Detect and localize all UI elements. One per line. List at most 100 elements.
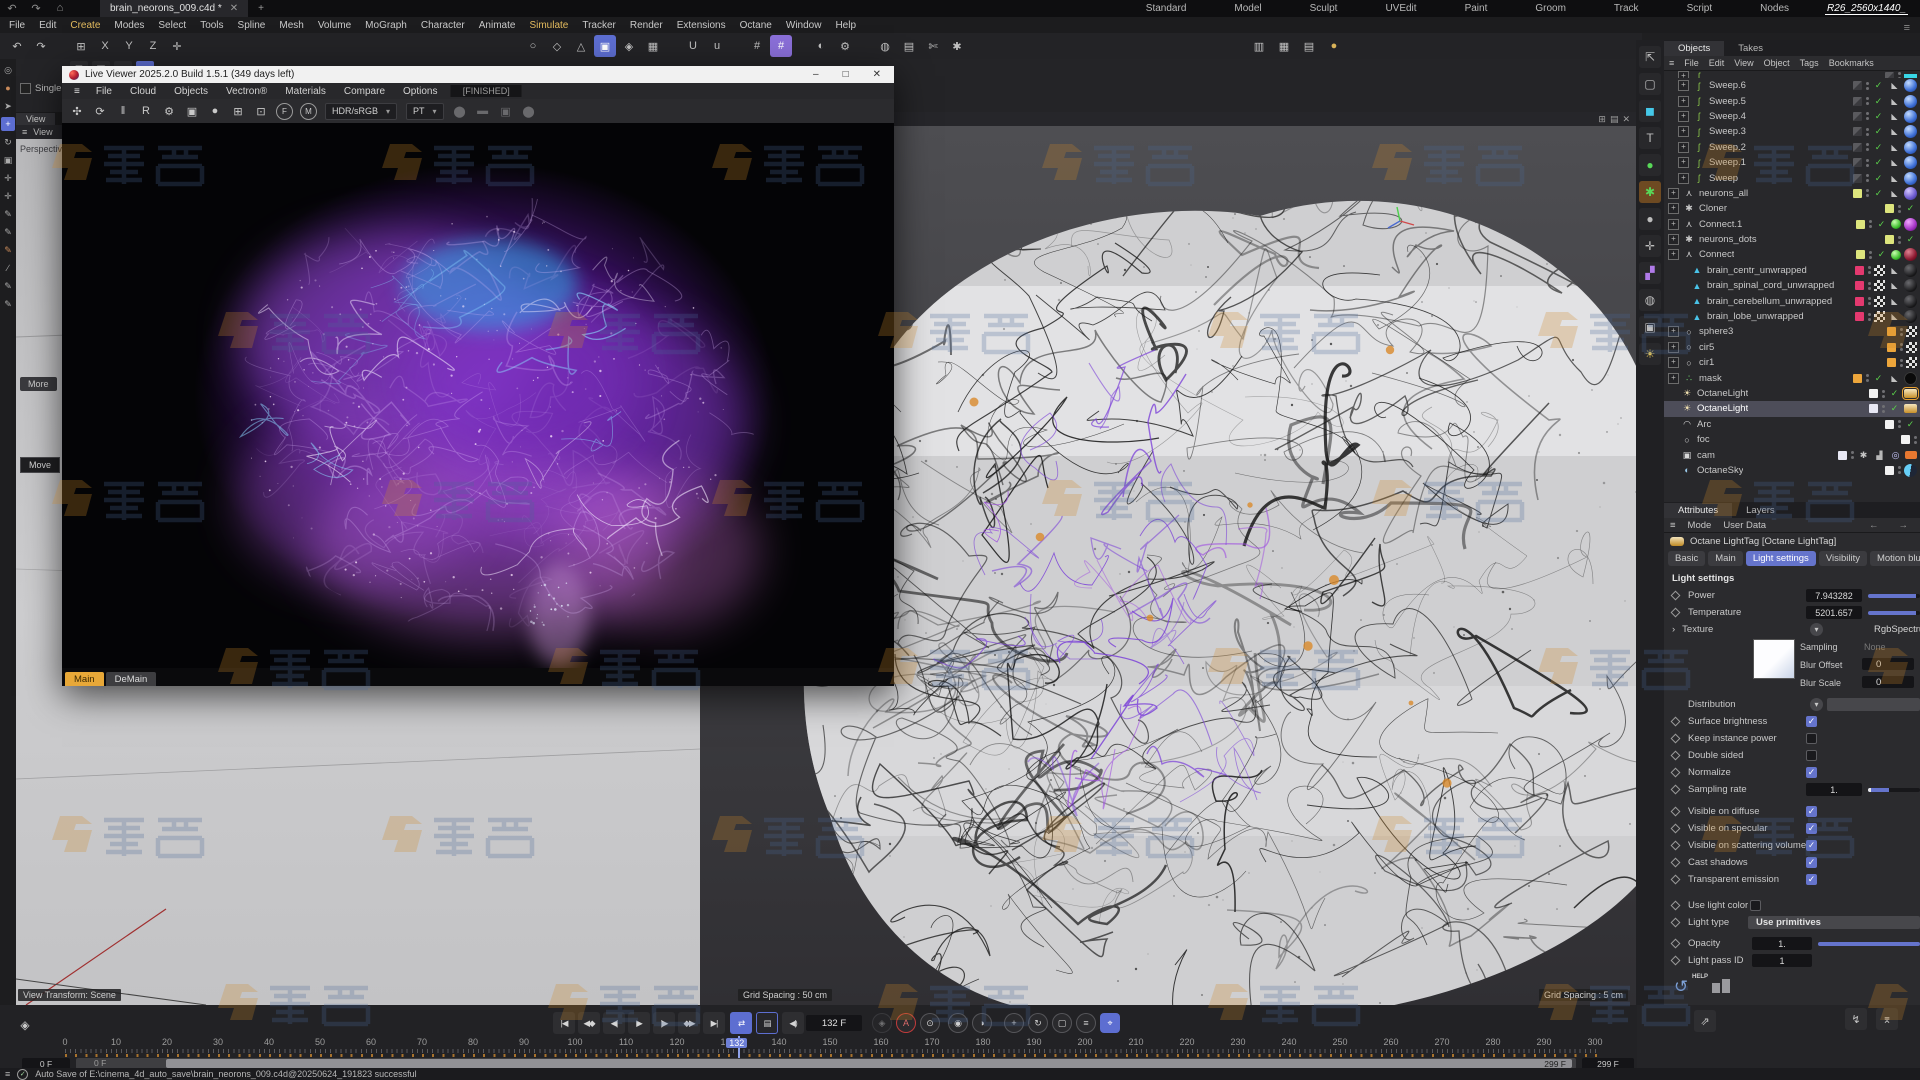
object-row[interactable]: + ○ cir5 xyxy=(1664,340,1920,355)
layer-color-chip[interactable] xyxy=(1853,127,1862,137)
menu-create[interactable]: Create xyxy=(63,20,107,31)
key-diamond-icon[interactable] xyxy=(1670,857,1681,868)
checker-badge[interactable] xyxy=(1874,264,1885,276)
layer-color-chip[interactable] xyxy=(1853,142,1862,152)
single-checkbox[interactable] xyxy=(20,83,31,94)
texture-dropdown-icon[interactable]: ▾ xyxy=(1810,623,1823,636)
objects-menu-view[interactable]: View xyxy=(1729,58,1758,68)
layer-color-chip[interactable] xyxy=(1855,312,1864,322)
object-axis-icon[interactable]: ◈ xyxy=(618,35,640,57)
object-row[interactable]: ▲ brain_spinal_cord_unwrapped ◣ xyxy=(1664,278,1920,293)
focus-picker-icon[interactable]: ⊞ xyxy=(228,102,248,121)
coordinates-icon[interactable]: ✛ xyxy=(166,35,188,57)
menu-mograph[interactable]: MoGraph xyxy=(358,20,414,31)
menu-mesh[interactable]: Mesh xyxy=(272,20,310,31)
home-icon[interactable]: ⌂ xyxy=(48,2,72,15)
record-position-button[interactable]: + xyxy=(1004,1013,1024,1033)
object-row[interactable]: + ʃ Sweep.6 ✓ ◣ xyxy=(1664,78,1920,93)
camera-icon[interactable]: ▣ xyxy=(496,102,516,121)
layer-color-chip[interactable] xyxy=(1853,188,1862,198)
close-button[interactable]: ✕ xyxy=(873,69,881,80)
timeline-ruler[interactable]: 0102030405060708090100110120130140150160… xyxy=(0,1037,1610,1057)
layer-color-chip[interactable] xyxy=(1885,235,1894,245)
key-diamond-icon[interactable] xyxy=(1670,784,1681,795)
expand-icon[interactable]: + xyxy=(1678,126,1689,138)
panel-menu-icon[interactable]: ≡ xyxy=(1904,22,1910,34)
objects-menu-edit[interactable]: Edit xyxy=(1704,58,1730,68)
menu-octane[interactable]: Octane xyxy=(733,20,779,31)
texture-value[interactable]: RgbSpectrum xyxy=(1874,624,1920,635)
tab-attributes[interactable]: Attributes xyxy=(1664,503,1733,518)
attr-tab-motion-blur[interactable]: Motion blur xyxy=(1869,551,1920,566)
autokey-button[interactable]: A xyxy=(896,1013,916,1033)
ball-tool-icon[interactable]: ● xyxy=(1639,208,1661,230)
power-slider[interactable] xyxy=(1868,594,1920,598)
attr-menu-userdata[interactable]: User Data xyxy=(1717,520,1772,531)
search-icon[interactable]: ◎ xyxy=(1,63,15,77)
attr-menu-icon[interactable]: ≡ xyxy=(1664,520,1682,531)
keyframe-nav-icon[interactable]: ◈ xyxy=(14,1014,36,1036)
record-active-objects-button[interactable]: ◉ xyxy=(948,1013,968,1033)
menu-file[interactable]: File xyxy=(2,20,32,31)
material-pin-icon[interactable]: M xyxy=(300,102,317,120)
live-viewer-titlebar[interactable]: Live Viewer 2025.2.0 Build 1.5.1 (349 da… xyxy=(62,66,894,83)
region-picker-icon[interactable]: ⊡ xyxy=(251,102,271,121)
light-tool-icon[interactable]: ☀ xyxy=(1639,343,1661,365)
object-row[interactable]: + ʃ Sweep ✓ ◣ xyxy=(1664,170,1920,185)
layer-color-chip[interactable] xyxy=(1869,404,1878,414)
light-pass-id-field[interactable]: 1 xyxy=(1752,954,1812,967)
record-params-button[interactable]: ≡ xyxy=(1076,1013,1096,1033)
text-tool-icon[interactable]: T xyxy=(1639,127,1661,149)
spheredarkred-badge[interactable] xyxy=(1904,248,1917,262)
filter-list-icon[interactable]: ▤ xyxy=(898,35,920,57)
pose-icon[interactable]: ⌆ xyxy=(1876,1008,1898,1030)
redo-icon[interactable]: ↷ xyxy=(30,35,52,57)
history-forward-icon[interactable]: → xyxy=(1893,520,1915,531)
rotate-tool-icon[interactable]: ↻ xyxy=(1,135,15,149)
menu-tools[interactable]: Tools xyxy=(193,20,230,31)
lv-menu-options[interactable]: Options xyxy=(394,86,446,97)
checker-badge[interactable] xyxy=(1906,326,1917,338)
objects-menu-icon[interactable]: ≡ xyxy=(1664,58,1679,68)
sampling-value[interactable]: None xyxy=(1864,642,1886,652)
sketch-pen-icon[interactable]: ✎ xyxy=(1,225,15,239)
layer-color-chip[interactable] xyxy=(1853,96,1862,106)
grid-icon[interactable]: # xyxy=(746,35,768,57)
material-ball-icon[interactable]: ● xyxy=(1323,35,1345,57)
render-tab-main[interactable]: Main xyxy=(65,672,104,686)
key-diamond-icon[interactable] xyxy=(1670,607,1681,618)
expand-icon[interactable]: + xyxy=(1668,249,1679,261)
layer-color-chip[interactable] xyxy=(1853,81,1862,91)
sampling-rate-field[interactable]: 1. xyxy=(1806,783,1862,796)
check-badge[interactable]: ✓ xyxy=(1875,218,1888,231)
checker-badge[interactable] xyxy=(1906,357,1917,369)
check-badge[interactable]: ✓ xyxy=(1872,172,1885,185)
object-row[interactable]: + ʃ xyxy=(1664,71,1920,78)
frame-select-icon[interactable]: ▢ xyxy=(1639,73,1661,95)
objects-menu-bookmarks[interactable]: Bookmarks xyxy=(1824,58,1879,68)
layer-color-chip[interactable] xyxy=(1838,450,1847,460)
tab-add-icon[interactable]: + xyxy=(258,3,264,14)
current-frame-field[interactable]: 132 F xyxy=(806,1015,862,1031)
objects-menu-file[interactable]: File xyxy=(1679,58,1704,68)
attr-tab-light-settings[interactable]: Light settings xyxy=(1745,551,1816,566)
transparent-emission-checkbox[interactable]: ✓ xyxy=(1806,874,1817,885)
key-diamond-icon[interactable] xyxy=(1670,806,1681,817)
spheredark-badge[interactable] xyxy=(1904,279,1917,293)
expand-icon[interactable]: + xyxy=(1668,218,1679,230)
material-picker-icon[interactable]: ● xyxy=(205,102,225,121)
more-button[interactable]: More xyxy=(20,377,57,391)
scale-snap-icon[interactable]: u xyxy=(706,35,728,57)
workplane-icon[interactable]: ▦ xyxy=(642,35,664,57)
expand-icon[interactable]: + xyxy=(1678,110,1689,122)
display-filter-icon[interactable]: ◍ xyxy=(874,35,896,57)
check-badge[interactable]: ✓ xyxy=(1872,141,1885,154)
distribution-dropdown-icon[interactable]: ▾ xyxy=(1810,698,1823,711)
object-row[interactable]: + ⋏ Connect ✓ xyxy=(1664,247,1920,262)
double-sided-checkbox[interactable]: ✓ xyxy=(1806,750,1817,761)
menu-simulate[interactable]: Simulate xyxy=(522,20,575,31)
object-row[interactable]: ▲ brain_cerebellum_unwrapped ◣ xyxy=(1664,293,1920,308)
viewport-menu-label[interactable]: View xyxy=(33,127,52,137)
menu-render[interactable]: Render xyxy=(623,20,670,31)
pane-close-icon[interactable]: ✕ xyxy=(1622,114,1630,125)
